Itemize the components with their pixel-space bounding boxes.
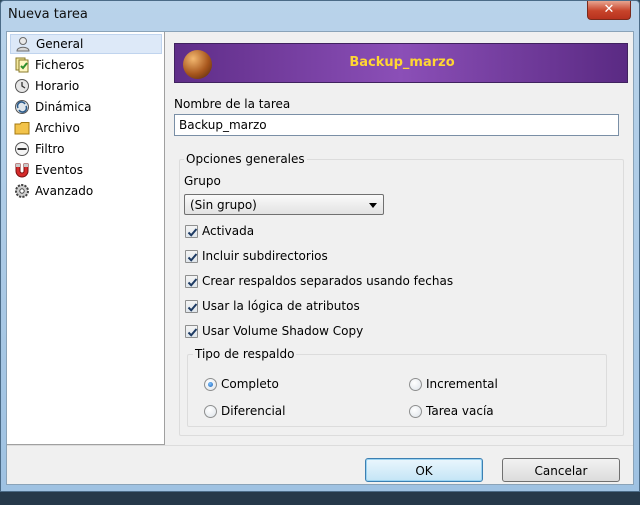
checkbox-crear-respaldos[interactable]: [185, 275, 198, 288]
folder-icon: [14, 122, 30, 135]
group-select-value: (Sin grupo): [190, 198, 257, 212]
cancel-button[interactable]: Cancelar: [502, 458, 620, 482]
files-icon: [15, 57, 29, 73]
nav-label: Filtro: [35, 142, 65, 156]
checkbox-label[interactable]: Crear respaldos separados usando fechas: [202, 274, 453, 288]
dialog-window: Nueva tarea ✕ General Ficheros Horario D…: [0, 0, 640, 492]
radio-completo[interactable]: [204, 378, 217, 391]
nav-item-archivo[interactable]: Archivo: [10, 118, 162, 138]
checkmark-icon: [187, 253, 198, 262]
nav-label: Archivo: [35, 121, 80, 135]
checkbox-label[interactable]: Activada: [202, 224, 254, 238]
dialog-client-area: General Ficheros Horario Dinámica Archiv…: [6, 31, 634, 485]
window-title: Nueva tarea: [8, 7, 88, 22]
checkbox-label[interactable]: Usar Volume Shadow Copy: [202, 324, 363, 338]
checkbox-activada[interactable]: [185, 225, 198, 238]
checkbox-label[interactable]: Incluir subdirectorios: [202, 249, 328, 263]
filter-icon: [15, 142, 29, 156]
checkmark-icon: [187, 303, 198, 312]
checkbox-volume-shadow-copy[interactable]: [185, 325, 198, 338]
chevron-down-icon: [369, 203, 377, 208]
checkbox-label[interactable]: Usar la lógica de atributos: [202, 299, 360, 313]
magnet-icon: [15, 163, 29, 178]
checkmark-icon: [187, 228, 198, 237]
close-icon: ✕: [603, 2, 615, 17]
nav-item-avanzado[interactable]: Avanzado: [10, 181, 162, 201]
checkmark-icon: [187, 278, 198, 287]
title-bar[interactable]: Nueva tarea ✕: [1, 1, 639, 31]
footer-divider: [7, 445, 633, 446]
nav-item-eventos[interactable]: Eventos: [10, 160, 162, 180]
nav-item-filtro[interactable]: Filtro: [10, 139, 162, 159]
checkmark-icon: [187, 328, 198, 337]
general-options-legend: Opciones generales: [184, 152, 307, 166]
nav-label: General: [36, 37, 84, 51]
nav-label: Dinámica: [35, 100, 92, 114]
radio-tarea-vacia[interactable]: [409, 405, 422, 418]
banner-title: Backup_marzo: [349, 55, 455, 70]
nav-item-dinamica[interactable]: Dinámica: [10, 97, 162, 117]
nav-item-ficheros[interactable]: Ficheros: [10, 55, 162, 75]
ok-button[interactable]: OK: [365, 458, 483, 482]
radio-label[interactable]: Diferencial: [221, 404, 285, 418]
dynamic-icon: [15, 100, 29, 114]
nav-label: Ficheros: [35, 58, 85, 72]
task-name-input[interactable]: [174, 114, 619, 136]
radio-diferencial[interactable]: [204, 405, 217, 418]
nav-label: Eventos: [35, 163, 83, 177]
nav-item-horario[interactable]: Horario: [10, 76, 162, 96]
radio-label[interactable]: Tarea vacía: [426, 404, 494, 418]
radio-label[interactable]: Incremental: [426, 377, 498, 391]
group-select[interactable]: (Sin grupo): [184, 194, 384, 215]
nav-label: Avanzado: [35, 184, 94, 198]
nav-label: Horario: [35, 79, 80, 93]
close-button[interactable]: ✕: [587, 1, 631, 20]
checkbox-incluir-subdirectorios[interactable]: [185, 250, 198, 263]
background-taskbar: [0, 492, 640, 505]
radio-label[interactable]: Completo: [221, 377, 279, 391]
clock-icon: [15, 79, 29, 93]
section-list: General Ficheros Horario Dinámica Archiv…: [7, 32, 165, 445]
group-label: Grupo: [184, 174, 221, 188]
radio-incremental[interactable]: [409, 378, 422, 391]
gear-icon: [15, 184, 29, 198]
checkbox-logica-atributos[interactable]: [185, 300, 198, 313]
task-name-label: Nombre de la tarea: [174, 97, 291, 111]
task-banner: Backup_marzo: [174, 43, 628, 83]
nav-item-general[interactable]: General: [10, 34, 162, 54]
backup-type-legend: Tipo de respaldo: [193, 347, 297, 361]
user-icon: [16, 37, 30, 52]
